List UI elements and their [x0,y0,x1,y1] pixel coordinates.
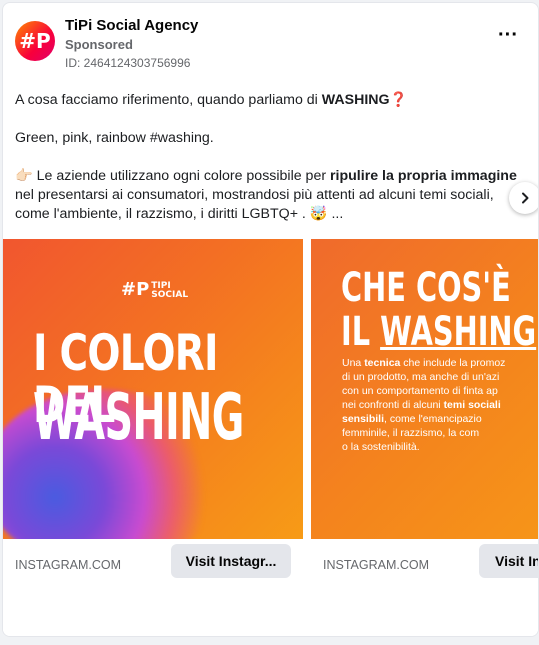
washing-bold: WASHING [321,92,390,108]
post-line-3: 👉🏻 Le aziende utilizzano ogni colore pos… [15,168,517,222]
visit-instagram-button-2[interactable]: Visit Ins [479,544,538,578]
post-line-1: A cosa facciamo riferimento, quando parl… [15,92,408,108]
slide-2-title-line-1: CHE COS'È [341,265,511,311]
slide-1-domain: INSTAGRAM.COM [15,558,122,572]
slide-2-domain: INSTAGRAM.COM [323,558,430,572]
page-name-link[interactable]: TiPi Social Agency [65,17,198,34]
question-mark-icon: ❓ [389,92,408,108]
chevron-right-icon [522,192,529,204]
exploding-head-icon: 🤯 [309,206,328,222]
slide-1-title-line-2: WASHING [33,381,244,455]
see-more-link[interactable]: ... [328,206,343,222]
pointing-hand-icon: 👉🏻 [15,168,33,184]
avatar-logo: #P [19,29,51,53]
carousel-next-button[interactable] [509,182,538,214]
more-options-icon[interactable]: ··· [498,25,518,45]
carousel-slide-1-footer: INSTAGRAM.COM Visit Instagr... [3,539,303,636]
carousel-slide-1[interactable]: #P TIPI SOCIAL I COLORI DEL WASHING [3,239,303,539]
page-avatar[interactable]: #P [15,21,55,61]
carousel-slide-2-footer: INSTAGRAM.COM Visit Ins [311,539,538,636]
ad-card: #P TiPi Social Agency Sponsored ID: 2464… [2,2,539,637]
slide-2-title-line-2: IL WASHING ? [341,309,537,355]
tipi-logo: #P TIPI SOCIAL [121,279,189,300]
post-text: A cosa facciamo riferimento, quando parl… [15,91,527,224]
image-carousel: #P TIPI SOCIAL I COLORI DEL WASHING INSTAG… [3,239,538,636]
post-line-2: Green, pink, rainbow #washing. [15,130,214,146]
slide-2-body-text: Una tecnica che include la promoz di un … [342,357,506,453]
ad-id-label: ID: 2464124303756996 [65,56,191,70]
sponsored-label: Sponsored [65,37,133,52]
carousel-slide-2[interactable]: CHE COS'È IL WASHING ? Una tecnica che i… [311,239,538,539]
visit-instagram-button-1[interactable]: Visit Instagr... [171,544,291,578]
